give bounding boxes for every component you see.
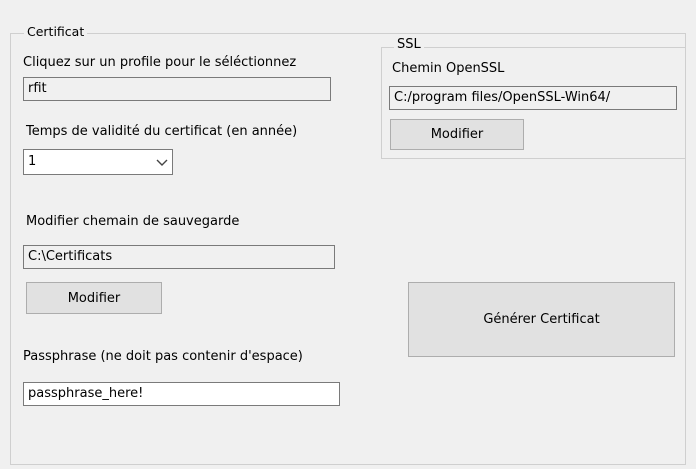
- chevron-down-icon[interactable]: [156, 157, 168, 167]
- certificate-window: Certificat Cliquez sur un profile pour l…: [0, 0, 696, 469]
- generate-certificate-button[interactable]: Générer Certificat: [408, 282, 675, 357]
- openssl-modify-button[interactable]: Modifier: [390, 119, 524, 150]
- save-path-modify-button[interactable]: Modifier: [26, 282, 162, 314]
- profile-label: Cliquez sur un profile pour le séléction…: [23, 55, 297, 70]
- validity-select-value: 1: [28, 154, 37, 169]
- save-path-field[interactable]: C:\Certificats: [23, 245, 335, 269]
- save-path-label: Modifier chemain de sauvegarde: [26, 214, 240, 229]
- certificate-groupbox-title: Certificat: [24, 24, 88, 40]
- validity-label: Temps de validité du certificat (en anné…: [26, 124, 298, 139]
- profile-field[interactable]: rfit: [23, 77, 331, 101]
- validity-select[interactable]: 1: [23, 149, 173, 175]
- openssl-path-field[interactable]: C:/program files/OpenSSL-Win64/: [389, 86, 677, 110]
- openssl-path-label: Chemin OpenSSL: [392, 61, 505, 76]
- passphrase-label: Passphrase (ne doit pas contenir d'espac…: [23, 349, 303, 364]
- passphrase-input[interactable]: passphrase_here!: [23, 382, 340, 406]
- ssl-groupbox-title: SSL: [394, 37, 424, 53]
